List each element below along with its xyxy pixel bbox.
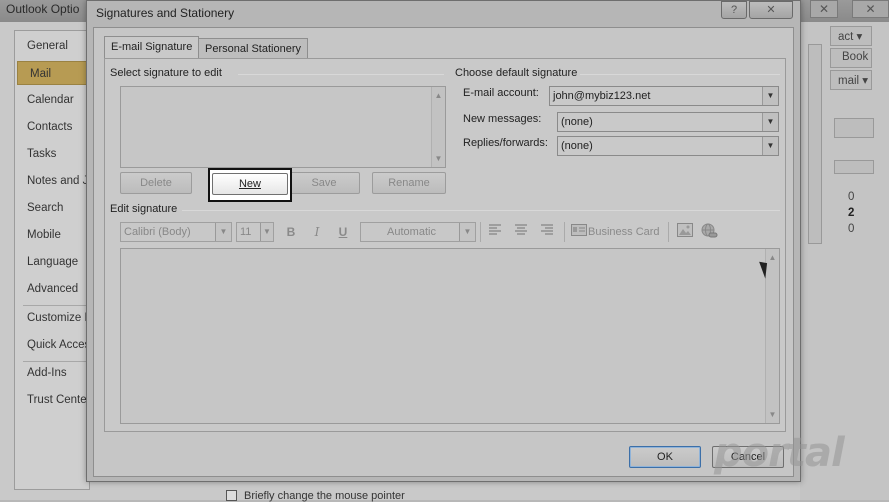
business-card-label: Business Card [588,226,660,238]
nav-item-search[interactable]: Search [15,196,91,220]
right-pane-count: 0 [848,223,855,235]
right-pane-scrollbar[interactable] [808,44,822,244]
hyperlink-icon[interactable] [700,223,718,241]
nav-item-mobile[interactable]: Mobile [15,223,91,247]
chevron-down-icon[interactable]: ▼ [215,223,231,241]
nav-item-add-ins[interactable]: Add-Ins [15,361,91,385]
group-divider [580,74,780,75]
tab-personal-stationery[interactable]: Personal Stationery [198,38,308,60]
edit-signature-label: Edit signature [110,203,178,215]
right-pane-panel [834,118,874,138]
delete-button[interactable]: Delete [120,172,192,194]
dialog-title: Signatures and Stationery [96,6,235,20]
default-signature-label: Choose default signature [455,67,578,79]
options-right-pane: act ▾ Book mail ▾ 0 2 0 [800,22,889,500]
right-pane-text: act ▾ [838,31,863,43]
new-messages-label: New messages: [463,113,542,125]
signature-list[interactable]: ▲ ▼ [120,86,446,168]
nav-item-general[interactable]: General [15,34,91,58]
replies-forwards-value: (none) [561,140,593,152]
toolbar-divider [668,222,669,242]
group-divider [182,210,780,211]
close-icon[interactable]: ✕ [852,0,889,18]
save-button[interactable]: Save [288,172,360,194]
dialog-titlebar: Signatures and Stationery ? ✕ [87,1,800,27]
scroll-down-icon[interactable]: ▼ [766,408,779,421]
nav-item-tasks[interactable]: Tasks [15,142,91,166]
right-pane-panel [834,160,874,174]
new-messages-select[interactable]: (none) ▼ [557,112,779,132]
chevron-down-icon[interactable]: ▼ [762,137,778,155]
dialog-client: E-mail Signature Personal Stationery Sel… [93,27,794,477]
replies-forwards-select[interactable]: (none) ▼ [557,136,779,156]
signature-list-scrollbar[interactable]: ▲ ▼ [431,87,445,167]
right-pane-text: Book [842,51,869,63]
font-select[interactable]: Calibri (Body) ▼ [120,222,232,242]
underline-icon[interactable]: U [334,223,352,241]
outlook-options-title: Outlook Optio [6,2,80,16]
help-icon[interactable]: ? [721,1,747,19]
chevron-down-icon[interactable]: ▼ [459,223,475,241]
nav-item-contacts[interactable]: Contacts [15,115,91,139]
replies-forwards-label: Replies/forwards: [463,137,548,149]
nav-item-language[interactable]: Language [15,250,91,274]
font-size-value: 11 [240,226,252,238]
picture-icon[interactable] [676,223,694,241]
chevron-down-icon[interactable]: ▼ [762,113,778,131]
font-size-select[interactable]: 11 ▼ [236,222,274,242]
font-color-value: Automatic [387,226,436,238]
chevron-down-icon[interactable]: ▼ [260,223,273,241]
toolbar-divider [480,222,481,242]
scroll-up-icon[interactable]: ▲ [432,89,445,102]
nav-item-mail[interactable]: Mail [17,61,91,85]
nav-item-customize-ribbon[interactable]: Customize R [15,306,91,330]
email-account-value: john@mybiz123.net [553,90,651,102]
signature-editor[interactable]: ▲ ▼ [120,248,780,424]
nav-item-advanced[interactable]: Advanced [15,277,91,301]
tab-email-signature[interactable]: E-mail Signature [104,36,200,60]
mouse-pointer-checkbox[interactable] [226,490,237,501]
align-left-icon[interactable] [486,223,504,241]
italic-icon[interactable]: I [308,223,326,241]
nav-item-notes[interactable]: Notes and Jo [15,169,91,193]
right-pane-count: 0 [848,191,855,203]
new-messages-value: (none) [561,116,593,128]
toolbar-divider [564,222,565,242]
signatures-dialog: Signatures and Stationery ? ✕ E-mail Sig… [86,0,801,482]
right-pane-count: 2 [848,207,855,219]
font-color-select[interactable]: Automatic ▼ [360,222,476,242]
right-pane-text: mail ▾ [838,75,869,87]
scroll-up-icon[interactable]: ▲ [766,251,779,264]
align-right-icon[interactable] [538,223,556,241]
rename-button[interactable]: Rename [372,172,446,194]
chevron-down-icon[interactable]: ▼ [762,87,778,105]
business-card-icon[interactable] [570,223,588,241]
new-button-label: New [238,178,261,190]
scroll-down-icon[interactable]: ▼ [432,152,445,165]
nav-item-calendar[interactable]: Calendar [15,88,91,112]
email-account-label: E-mail account: [463,87,539,99]
options-nav: General Mail Calendar Contacts Tasks Not… [14,30,91,490]
select-signature-label: Select signature to edit [110,67,222,79]
close-icon[interactable]: ✕ [749,1,793,19]
new-button[interactable]: New [212,173,288,195]
group-divider [238,74,444,75]
email-account-select[interactable]: john@mybiz123.net ▼ [549,86,779,106]
bold-icon[interactable]: B [282,223,300,241]
align-center-icon[interactable] [512,223,530,241]
close-icon[interactable]: ✕ [810,0,838,18]
nav-item-quick-access[interactable]: Quick Acces [15,333,91,357]
mouse-pointer-label: Briefly change the mouse pointer [244,490,405,502]
ok-button[interactable]: OK [629,446,701,468]
nav-item-trust-center[interactable]: Trust Cente [15,388,91,412]
portal-watermark: portal [714,430,845,476]
font-value: Calibri (Body) [124,226,191,238]
